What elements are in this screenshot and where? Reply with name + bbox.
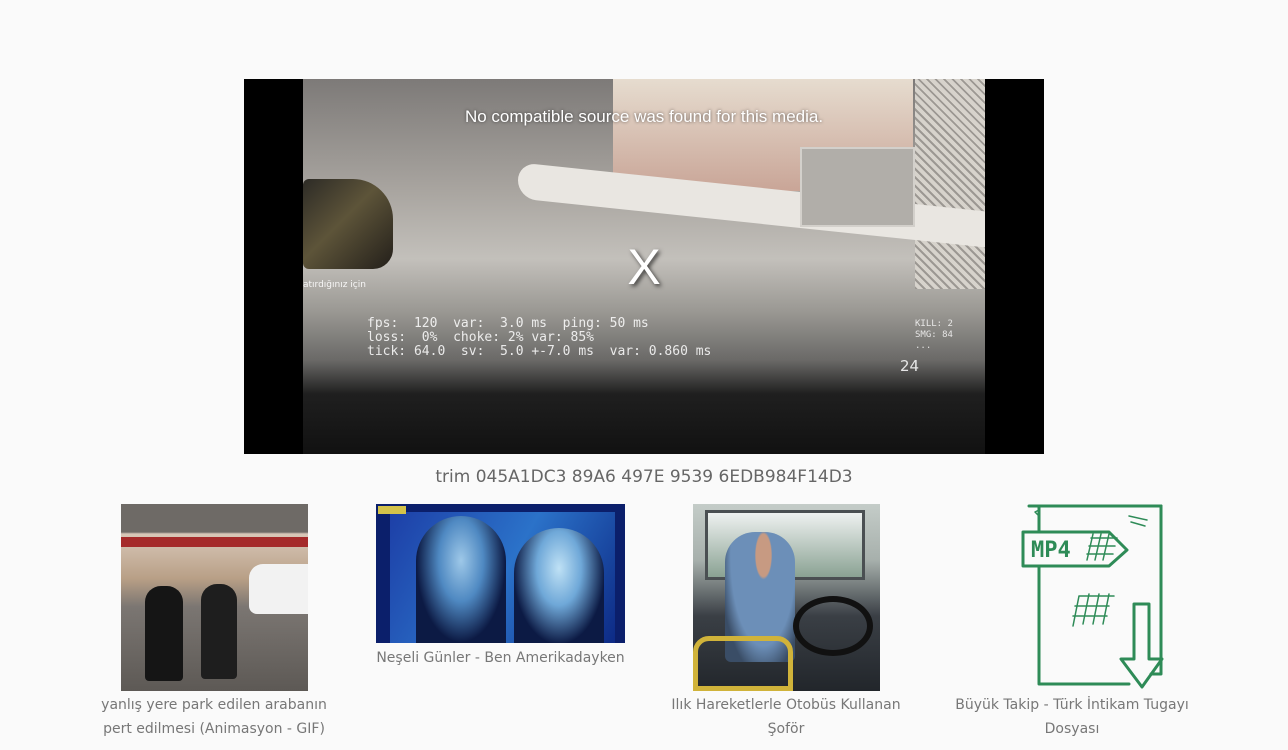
related-thumbnail[interactable] bbox=[120, 504, 308, 691]
related-caption[interactable]: Büyük Takip - Türk İntikam Tugayı Dosyas… bbox=[946, 693, 1198, 741]
related-caption-line: Dosyası bbox=[1044, 721, 1100, 737]
related-videos: yanlış yere park edilen arabanın pert ed… bbox=[0, 504, 1288, 750]
close-error-button[interactable]: X bbox=[614, 237, 674, 297]
mp4-file-icon: MP4 bbox=[1021, 504, 1163, 689]
mp4-icon-label: MP4 bbox=[1031, 538, 1071, 563]
thumb-face bbox=[514, 528, 604, 643]
hud-netgraph: fps: 120 var: 3.0 ms ping: 50 ms loss: 0… bbox=[367, 316, 712, 359]
related-item-2[interactable]: Neşeli Günler - Ben Amerikadayken bbox=[360, 504, 641, 670]
related-item-1[interactable]: yanlış yere park edilen arabanın pert ed… bbox=[98, 504, 330, 741]
related-caption-line: Ilık Hareketlerle Otobüs Kullanan bbox=[671, 697, 901, 713]
hud-kill-message: atırdığınız için bbox=[303, 280, 366, 290]
media-error-message: No compatible source was found for this … bbox=[464, 107, 824, 126]
related-caption-line: Şoför bbox=[767, 721, 805, 737]
video-player[interactable]: atırdığınız için fps: 120 var: 3.0 ms pi… bbox=[244, 79, 1044, 454]
related-caption[interactable]: Neşeli Günler - Ben Amerikadayken bbox=[360, 646, 641, 670]
thumb-steering-wheel bbox=[792, 596, 873, 656]
hud-ammo: 24 bbox=[900, 357, 920, 375]
poster-crate bbox=[800, 147, 915, 227]
thumb-person bbox=[200, 584, 237, 679]
thumb-person bbox=[144, 586, 183, 681]
related-thumbnail[interactable]: MP4 bbox=[979, 504, 1166, 691]
video-title: trim 045A1DC3 89A6 497E 9539 6EDB984F14D… bbox=[435, 467, 853, 487]
related-thumbnail[interactable] bbox=[376, 504, 625, 643]
thumb-handrail bbox=[692, 636, 793, 691]
related-caption-line: pert edilmesi (Animasyon - GIF) bbox=[103, 721, 325, 737]
thumb-car bbox=[248, 564, 308, 614]
hud-right-info: KILL: 2 SMG: 84 ... bbox=[915, 319, 953, 351]
related-caption-line: yanlış yere park edilen arabanın bbox=[101, 697, 327, 713]
thumb-face bbox=[416, 516, 506, 643]
related-caption[interactable]: Ilık Hareketlerle Otobüs Kullanan Şoför bbox=[660, 693, 912, 741]
thumb-channel-logo bbox=[378, 506, 406, 514]
thumb-sign bbox=[120, 537, 308, 547]
related-caption-line: Büyük Takip - Türk İntikam Tugayı bbox=[955, 697, 1189, 713]
poster-weapon bbox=[303, 179, 393, 269]
related-thumbnail[interactable] bbox=[692, 504, 880, 691]
related-item-3[interactable]: Ilık Hareketlerle Otobüs Kullanan Şoför bbox=[660, 504, 912, 741]
related-caption[interactable]: yanlış yere park edilen arabanın pert ed… bbox=[98, 693, 330, 741]
related-item-4[interactable]: MP4 Büyük Takip - Türk İntikam Tugayı Do… bbox=[946, 504, 1198, 741]
